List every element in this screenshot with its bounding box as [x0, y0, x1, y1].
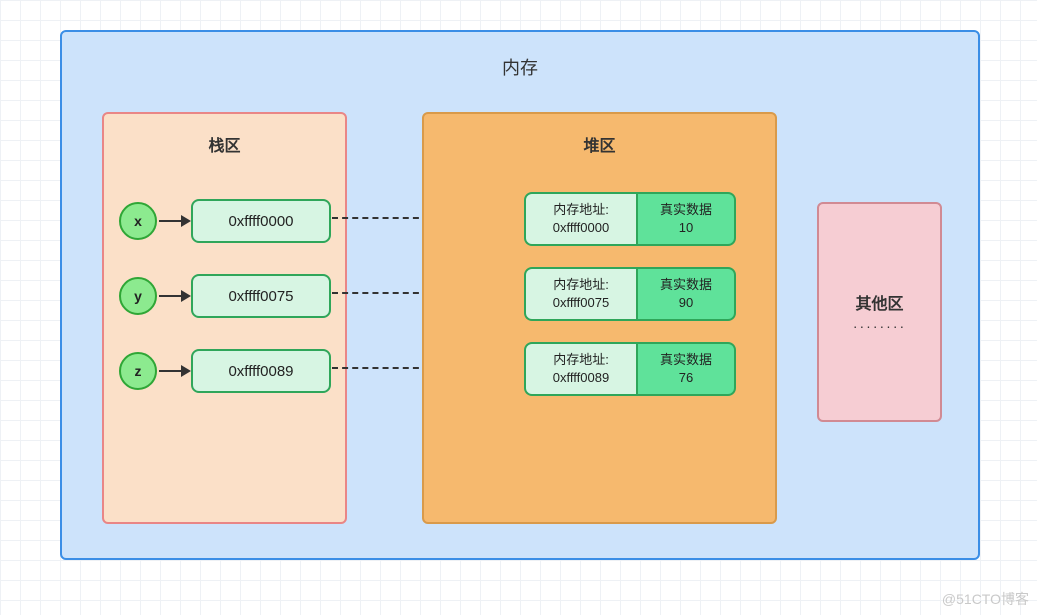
other-dots: ········	[853, 318, 906, 334]
heap-addr-label: 内存地址:	[553, 201, 609, 219]
other-title: 其他区	[855, 290, 903, 314]
heap-addr-cell: 内存地址: 0xffff0075	[524, 267, 636, 321]
heap-data-cell: 真实数据 90	[636, 267, 736, 321]
stack-addr-z: 0xffff0089	[191, 349, 331, 393]
stack-title: 栈区	[104, 132, 345, 156]
heap-data-label: 真实数据	[660, 201, 712, 219]
variable-z: z	[119, 352, 157, 390]
heap-region: 堆区 内存地址: 0xffff0000 真实数据 10 内存地址: 0xffff…	[422, 112, 777, 524]
heap-addr-value: 0xffff0075	[553, 294, 609, 312]
stack-addr-x: 0xffff0000	[191, 199, 331, 243]
heap-addr-value: 0xffff0000	[553, 219, 609, 237]
arrow-icon	[157, 285, 191, 307]
memory-title: 内存	[62, 54, 978, 80]
variable-x: x	[119, 202, 157, 240]
stack-region: 栈区 x 0xffff0000 y 0xffff0075 z 0xffff008…	[102, 112, 347, 524]
heap-data-cell: 真实数据 76	[636, 342, 736, 396]
heap-row: 内存地址: 0xffff0075 真实数据 90	[524, 267, 736, 321]
heap-addr-cell: 内存地址: 0xffff0000	[524, 192, 636, 246]
heap-title: 堆区	[424, 132, 775, 156]
heap-addr-cell: 内存地址: 0xffff0089	[524, 342, 636, 396]
other-region: 其他区 ········	[817, 202, 942, 422]
stack-addr-y: 0xffff0075	[191, 274, 331, 318]
memory-region: 内存 栈区 x 0xffff0000 y 0xffff0075 z 0xffff…	[60, 30, 980, 560]
heap-row: 内存地址: 0xffff0000 真实数据 10	[524, 192, 736, 246]
heap-addr-label: 内存地址:	[553, 351, 609, 369]
variable-y: y	[119, 277, 157, 315]
heap-row: 内存地址: 0xffff0089 真实数据 76	[524, 342, 736, 396]
watermark: @51CTO博客	[942, 589, 1029, 609]
heap-data-value: 10	[679, 219, 693, 237]
heap-data-value: 90	[679, 294, 693, 312]
heap-data-label: 真实数据	[660, 276, 712, 294]
heap-data-cell: 真实数据 10	[636, 192, 736, 246]
stack-row: y 0xffff0075	[119, 274, 331, 318]
stack-row: z 0xffff0089	[119, 349, 331, 393]
heap-data-label: 真实数据	[660, 351, 712, 369]
arrow-icon	[157, 360, 191, 382]
heap-addr-value: 0xffff0089	[553, 369, 609, 387]
heap-addr-label: 内存地址:	[553, 276, 609, 294]
arrow-icon	[157, 210, 191, 232]
stack-row: x 0xffff0000	[119, 199, 331, 243]
heap-data-value: 76	[679, 369, 693, 387]
